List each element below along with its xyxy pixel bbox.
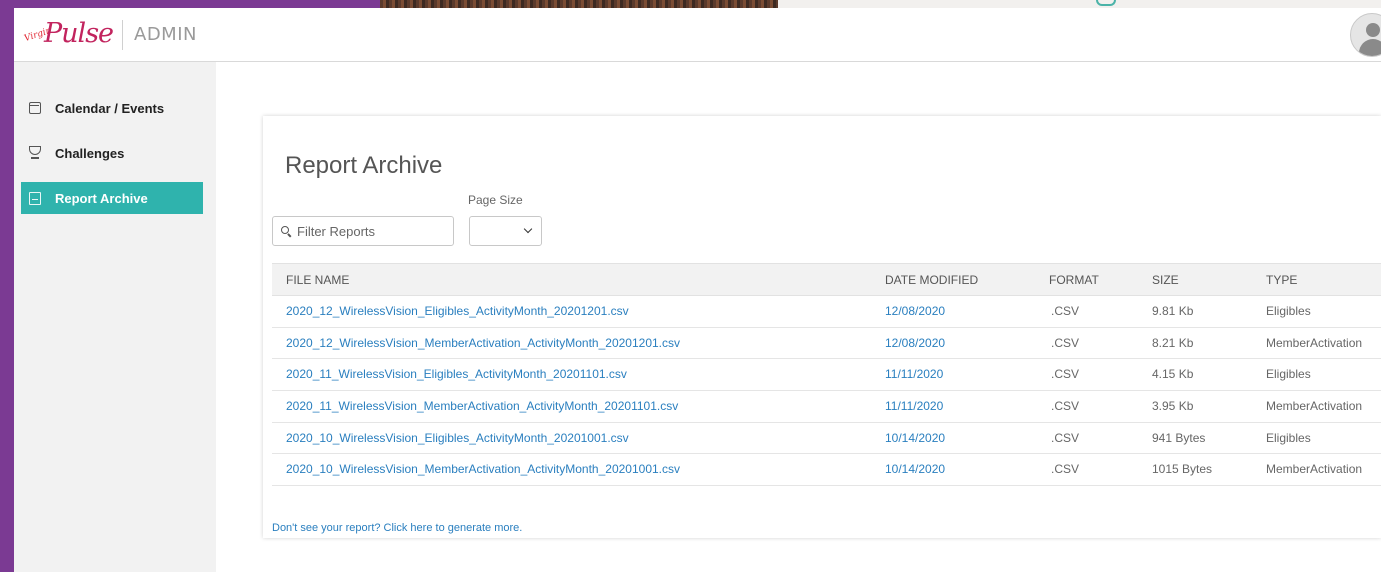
size-cell: 9.81 Kb: [1152, 304, 1194, 318]
file-name-link[interactable]: 2020_11_WirelessVision_Eligibles_Activit…: [286, 367, 627, 381]
section-title: ADMIN: [134, 24, 197, 45]
type-cell: MemberActivation: [1266, 335, 1363, 350]
table-row: 2020_10_WirelessVision_MemberActivation_…: [272, 454, 1381, 487]
sidebar-item-label: Challenges: [55, 145, 125, 161]
chevron-down-icon: [523, 224, 533, 234]
file-name-link[interactable]: 2020_12_WirelessVision_Eligibles_Activit…: [286, 304, 629, 318]
date-modified-link[interactable]: 10/14/2020: [885, 431, 945, 445]
format-cell: .CSV: [1051, 367, 1080, 382]
size-cell: 3.95 Kb: [1152, 399, 1194, 414]
generate-more-reports-link[interactable]: Don't see your report? Click here to gen…: [272, 522, 522, 534]
search-icon: [281, 225, 292, 237]
sidebar-item-calendar-events[interactable]: Calendar / Events: [21, 92, 203, 124]
reports-table: FILE NAME DATE MODIFIED FORMAT SIZE TYPE…: [272, 263, 1381, 487]
column-header-type[interactable]: TYPE: [1266, 273, 1297, 287]
type-cell: MemberActivation: [1266, 462, 1363, 477]
header: Virgin Pulse ADMIN: [14, 8, 1381, 62]
header-divider: [122, 20, 123, 50]
page-title: Report Archive: [285, 152, 443, 179]
type-cell: Eligibles: [1266, 304, 1311, 318]
report-archive-card: Report Archive Page Size FILE NAME DATE …: [263, 116, 1381, 538]
file-name-link[interactable]: 2020_12_WirelessVision_MemberActivation_…: [286, 336, 680, 350]
sidebar: Calendar / Events Challenges Report Arch…: [14, 62, 216, 572]
background-mark: [1096, 0, 1116, 6]
file-name-link[interactable]: 2020_10_WirelessVision_MemberActivation_…: [286, 462, 680, 476]
column-header-file-name[interactable]: FILE NAME: [286, 273, 349, 287]
page-size-select[interactable]: [469, 216, 542, 246]
type-cell: MemberActivation: [1266, 399, 1363, 414]
size-cell: 8.21 Kb: [1152, 335, 1194, 350]
table-row: 2020_10_WirelessVision_Eligibles_Activit…: [272, 423, 1381, 455]
filter-reports-field[interactable]: [272, 216, 454, 246]
page-size-label: Page Size: [468, 193, 523, 207]
trophy-icon: [28, 146, 42, 160]
report-icon: [29, 191, 41, 205]
format-cell: .CSV: [1051, 335, 1080, 350]
virgin-pulse-logo[interactable]: Virgin Pulse: [23, 18, 114, 54]
filter-reports-input[interactable]: [297, 223, 447, 239]
date-modified-link[interactable]: 10/14/2020: [885, 462, 945, 476]
app-window: Virgin Pulse ADMIN Calendar / Events Cha…: [14, 8, 1381, 572]
format-cell: .CSV: [1051, 430, 1080, 445]
column-header-size[interactable]: SIZE: [1152, 273, 1179, 287]
date-modified-link[interactable]: 12/08/2020: [885, 304, 945, 318]
sidebar-item-label: Report Archive: [55, 190, 148, 206]
table-row: 2020_11_WirelessVision_MemberActivation_…: [272, 391, 1381, 423]
date-modified-link[interactable]: 11/11/2020: [885, 399, 943, 413]
column-header-format[interactable]: FORMAT: [1049, 273, 1099, 287]
column-header-date-modified[interactable]: DATE MODIFIED: [885, 273, 978, 287]
table-row: 2020_12_WirelessVision_MemberActivation_…: [272, 328, 1381, 360]
size-cell: 4.15 Kb: [1152, 367, 1194, 382]
avatar-head: [1366, 23, 1380, 37]
type-cell: Eligibles: [1266, 367, 1311, 382]
type-cell: Eligibles: [1266, 430, 1311, 445]
logo-pulse-text: Pulse: [44, 18, 114, 49]
format-cell: .CSV: [1051, 399, 1080, 414]
avatar-body: [1359, 39, 1381, 56]
size-cell: 1015 Bytes: [1152, 462, 1213, 477]
sidebar-item-label: Calendar / Events: [55, 100, 165, 116]
table-header: FILE NAME DATE MODIFIED FORMAT SIZE TYPE: [272, 263, 1381, 296]
table-row: 2020_12_WirelessVision_Eligibles_Activit…: [272, 296, 1381, 328]
sidebar-item-challenges[interactable]: Challenges: [21, 137, 203, 169]
file-name-link[interactable]: 2020_11_WirelessVision_MemberActivation_…: [286, 399, 678, 413]
format-cell: .CSV: [1051, 304, 1080, 318]
file-name-link[interactable]: 2020_10_WirelessVision_Eligibles_Activit…: [286, 431, 629, 445]
calendar-icon: [29, 102, 41, 114]
date-modified-link[interactable]: 12/08/2020: [885, 336, 945, 350]
format-cell: .CSV: [1051, 462, 1080, 477]
date-modified-link[interactable]: 11/11/2020: [885, 367, 943, 381]
table-row: 2020_11_WirelessVision_Eligibles_Activit…: [272, 359, 1381, 392]
size-cell: 941 Bytes: [1152, 430, 1206, 445]
sidebar-item-report-archive[interactable]: Report Archive: [21, 182, 203, 214]
user-avatar[interactable]: [1350, 13, 1381, 57]
